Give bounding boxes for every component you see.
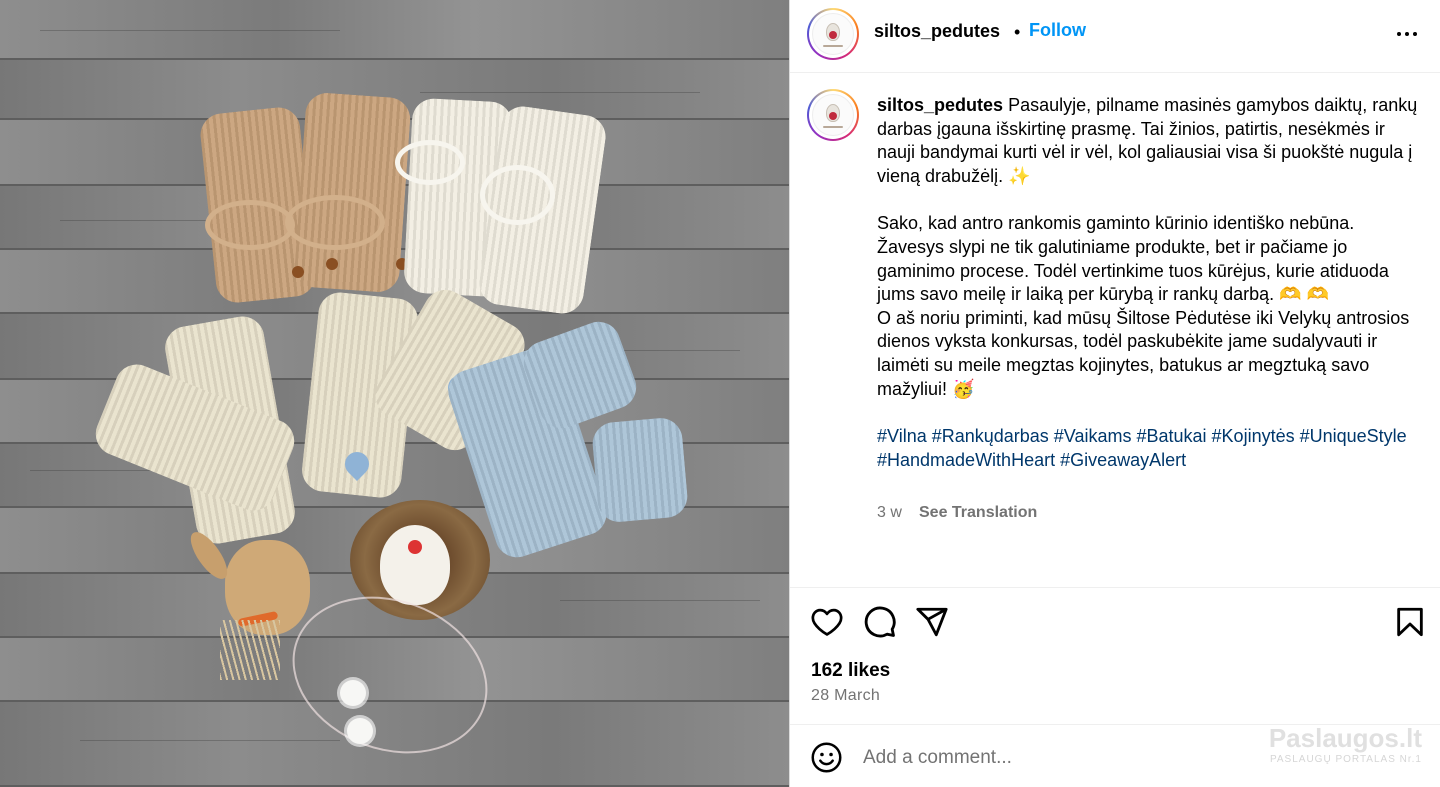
caption-avatar[interactable]	[807, 89, 859, 141]
separator-dot: •	[1014, 22, 1021, 42]
avatar-logo-icon	[812, 13, 854, 55]
watermark-subtitle: PASLAUGŲ PORTALAS Nr.1	[1269, 754, 1422, 765]
cream-lace	[395, 140, 465, 185]
wooden-bead	[292, 266, 304, 278]
watermark-title: Paslaugos.lt	[1268, 723, 1422, 753]
post-date: 28 March	[811, 687, 881, 704]
caption-hashtags[interactable]: #Vilna #Rankųdarbas #Vaikams #Batukai #K…	[877, 425, 1422, 472]
header-username[interactable]: siltos_pedutes	[874, 21, 1000, 42]
blue-sock-cuff	[590, 416, 690, 524]
caption-text: siltos_pedutes Pasaulyje, pilname masinė…	[877, 94, 1422, 472]
share-icon[interactable]	[915, 605, 949, 639]
chicken-figure	[380, 525, 450, 605]
chicken-comb	[408, 540, 422, 554]
wood-grain	[560, 600, 760, 601]
follow-button[interactable]: Follow	[1029, 20, 1086, 41]
caption-username[interactable]: siltos_pedutes	[877, 95, 1003, 115]
cream-lace	[480, 165, 555, 225]
wood-grain	[80, 740, 340, 741]
comment-input[interactable]	[863, 745, 1263, 771]
likes-count[interactable]: 162 likes	[811, 660, 890, 682]
avatar-logo-icon	[812, 94, 854, 136]
post-age: 3 w	[877, 504, 902, 521]
flower-decoration	[340, 680, 366, 706]
raffia-bow	[220, 620, 280, 680]
caption-meta: 3 w See Translation	[877, 504, 1037, 522]
post-image[interactable]	[0, 0, 789, 787]
tan-lace	[205, 200, 295, 250]
post-header: siltos_pedutes • Follow	[790, 0, 1440, 73]
emoji-icon[interactable]	[810, 741, 843, 774]
caption-section: siltos_pedutes Pasaulyje, pilname masinė…	[790, 74, 1440, 587]
flower-decoration	[347, 718, 373, 744]
bookmark-icon[interactable]	[1393, 605, 1427, 639]
heart-icon[interactable]	[810, 605, 844, 639]
tan-lace	[285, 195, 385, 250]
see-translation-link[interactable]: See Translation	[919, 504, 1037, 522]
more-options-icon[interactable]	[1397, 22, 1421, 46]
post-details-panel: siltos_pedutes • Follow siltos_pedutes P…	[789, 0, 1440, 787]
caption-paragraph-2: Sako, kad antro rankomis gaminto kūrinio…	[877, 213, 1389, 305]
wood-grain	[40, 30, 340, 31]
comment-icon[interactable]	[863, 605, 897, 639]
tan-bootie	[293, 91, 412, 294]
caption-paragraph-3: O aš noriu priminti, kad mūsų Šiltose Pė…	[877, 307, 1410, 399]
post-actions: 162 likes 28 March	[790, 587, 1440, 724]
wooden-bead	[326, 258, 338, 270]
profile-avatar[interactable]	[807, 8, 859, 60]
instagram-post: siltos_pedutes • Follow siltos_pedutes P…	[0, 0, 1440, 787]
wood-grain	[420, 92, 700, 93]
watermark: Paslaugos.lt PASLAUGŲ PORTALAS Nr.1	[1269, 723, 1422, 765]
